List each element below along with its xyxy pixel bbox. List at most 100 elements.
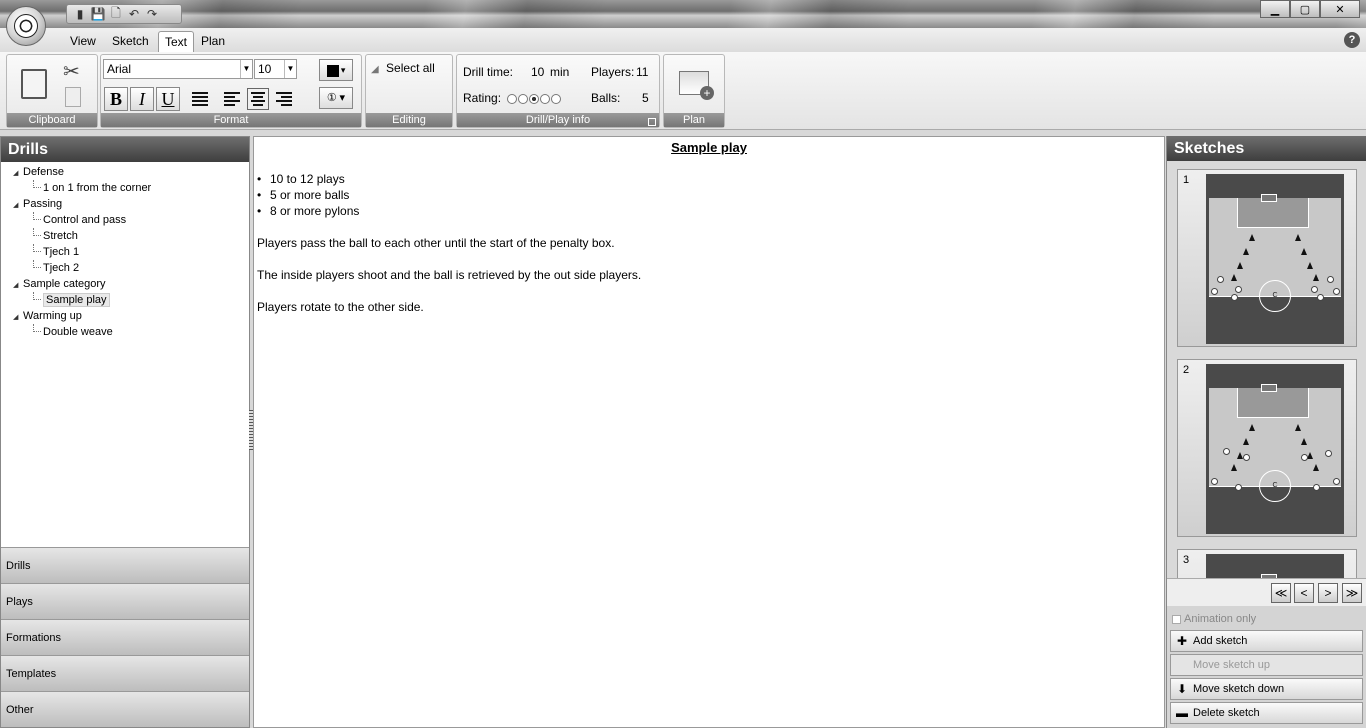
drill-time-value[interactable]: 10 <box>531 65 544 79</box>
tree-item[interactable]: Control and pass <box>1 212 249 228</box>
delete-sketch-button[interactable]: ▬ Delete sketch <box>1170 702 1363 724</box>
italic-button[interactable]: I <box>130 87 154 111</box>
add-sketch-button[interactable]: ✚ Add sketch <box>1170 630 1363 652</box>
underline-button[interactable]: U <box>156 87 180 111</box>
format-group: Arial ▼ 10 ▼ ▾ B I U ① ▾ Format <box>100 54 362 128</box>
font-family-value: Arial <box>107 62 132 76</box>
sketch-thumbnail[interactable]: 1 C <box>1177 169 1357 347</box>
sketch-number: 3 <box>1183 554 1190 566</box>
sketch-thumbnail[interactable]: 3 <box>1177 549 1357 578</box>
tree-category-label: Sample category <box>23 278 106 290</box>
list-item: 8 or more pylons <box>257 203 359 219</box>
tree-item[interactable]: Stretch <box>1 228 249 244</box>
category-nav: Drills Plays Formations Templates Other <box>1 547 249 727</box>
close-button[interactable]: ✕ <box>1320 0 1360 18</box>
nav-formations[interactable]: Formations <box>1 619 249 655</box>
drill-info-group: Drill time: 10 min Players: 11 Rating: B… <box>456 54 660 128</box>
tree-item[interactable]: Tjech 2 <box>1 260 249 276</box>
tab-sketch[interactable]: Sketch <box>106 31 155 52</box>
tree-category-label: Passing <box>23 198 63 210</box>
dialog-launcher-icon[interactable] <box>648 118 656 126</box>
add-to-plan-icon[interactable]: + <box>679 71 714 100</box>
first-sketch-button[interactable]: ≪ <box>1271 583 1291 603</box>
bold-button[interactable]: B <box>104 87 128 111</box>
align-right-icon[interactable] <box>273 88 295 110</box>
save-icon[interactable]: 💾 <box>91 7 106 21</box>
center-circle-label: C <box>1259 470 1291 502</box>
tree-connector <box>33 212 41 220</box>
tab-text[interactable]: Text <box>158 31 195 52</box>
sketch-thumbnail[interactable]: 2 C <box>1177 359 1357 537</box>
last-sketch-button[interactable]: ≫ <box>1342 583 1362 603</box>
balls-label: Balls: <box>591 91 621 105</box>
text-editor[interactable]: Sample play 10 to 12 plays 5 or more bal… <box>253 136 1165 728</box>
tab-view[interactable]: View <box>64 31 102 52</box>
chevron-down-icon: ▼ <box>284 60 296 78</box>
nav-other[interactable]: Other <box>1 691 249 727</box>
tree-item[interactable]: Tjech 1 <box>1 244 249 260</box>
rating-control[interactable] <box>507 91 561 105</box>
font-color-button[interactable]: ▾ <box>319 59 353 81</box>
font-size-select[interactable]: 10 ▼ <box>254 59 297 79</box>
clipboard-group: ✂ Clipboard <box>6 54 98 128</box>
paragraph: Players rotate to the other side. <box>257 300 424 314</box>
color-swatch-icon <box>326 64 339 77</box>
move-sketch-up-button[interactable]: Move sketch up <box>1170 654 1363 676</box>
plus-icon: ✚ <box>1176 634 1188 648</box>
select-all-button[interactable]: ◢ Select all <box>371 61 435 75</box>
app-menu-button[interactable] <box>6 6 46 46</box>
rating-dot[interactable] <box>507 93 517 104</box>
tree-item-label: Sample play <box>43 293 110 307</box>
nav-drills[interactable]: Drills <box>1 547 249 583</box>
balls-value[interactable]: 5 <box>642 91 649 105</box>
tree-connector <box>33 292 41 300</box>
drill-time-label: Drill time: <box>463 65 513 79</box>
list-item: 10 to 12 plays <box>257 171 359 187</box>
pitch-diagram <box>1206 554 1344 578</box>
tree-connector <box>33 180 41 188</box>
rating-label: Rating: <box>463 91 502 105</box>
align-center-icon[interactable] <box>247 88 269 110</box>
soccer-ball-icon <box>14 14 38 38</box>
tab-plan[interactable]: Plan <box>195 31 231 52</box>
copy-icon[interactable] <box>65 87 81 107</box>
tree-category[interactable]: ◢ Warming up <box>1 308 249 324</box>
next-sketch-button[interactable]: > <box>1318 583 1338 603</box>
undo-icon[interactable]: ↶ <box>127 7 141 21</box>
numbering-button[interactable]: ① ▾ <box>319 87 353 109</box>
prev-sketch-button[interactable]: < <box>1294 583 1314 603</box>
paste-icon[interactable] <box>21 69 47 99</box>
drills-panel-title: Drills <box>1 137 249 162</box>
bullet-list-icon[interactable] <box>189 88 211 110</box>
tree-category[interactable]: ◢ Sample category <box>1 276 249 292</box>
plan-group: + Plan <box>663 54 725 128</box>
tree-category[interactable]: ◢ Passing <box>1 196 249 212</box>
players-value[interactable]: 11 <box>636 65 648 79</box>
rating-dot[interactable] <box>551 93 561 104</box>
rating-dot[interactable] <box>518 93 528 104</box>
rating-dot[interactable] <box>529 93 539 104</box>
tree-category[interactable]: ◢ Defense <box>1 164 249 180</box>
add-sketch-label: Add sketch <box>1193 635 1248 647</box>
animation-only-checkbox[interactable]: Animation only <box>1172 613 1256 625</box>
tree-item[interactable]: 1 on 1 from the corner <box>1 180 249 196</box>
plan-label: Plan <box>664 113 724 127</box>
rating-dot[interactable] <box>540 93 550 104</box>
nav-plays[interactable]: Plays <box>1 583 249 619</box>
nav-templates[interactable]: Templates <box>1 655 249 691</box>
drills-panel: Drills ◢ Defense 1 on 1 from the corner ◢ Pa… <box>0 136 250 728</box>
redo-icon[interactable]: ↷ <box>145 7 159 21</box>
maximize-button[interactable]: ▢ <box>1290 0 1320 18</box>
new-document-icon[interactable]: 🗋 <box>109 6 123 21</box>
cut-icon[interactable]: ✂ <box>63 59 80 84</box>
tree-item[interactable]: Double weave <box>1 324 249 340</box>
drill-info-label: Drill/Play info <box>457 113 659 127</box>
window-controls: ▁ ▢ ✕ <box>1260 0 1360 18</box>
font-family-select[interactable]: Arial ▼ <box>103 59 253 79</box>
align-left-icon[interactable] <box>221 88 243 110</box>
move-sketch-down-button[interactable]: ⬇ Move sketch down <box>1170 678 1363 700</box>
minimize-button[interactable]: ▁ <box>1260 0 1290 18</box>
pin-icon[interactable]: ▮ <box>73 7 87 21</box>
tree-item[interactable]: Sample play <box>1 292 249 308</box>
help-icon[interactable]: ? <box>1344 32 1360 48</box>
